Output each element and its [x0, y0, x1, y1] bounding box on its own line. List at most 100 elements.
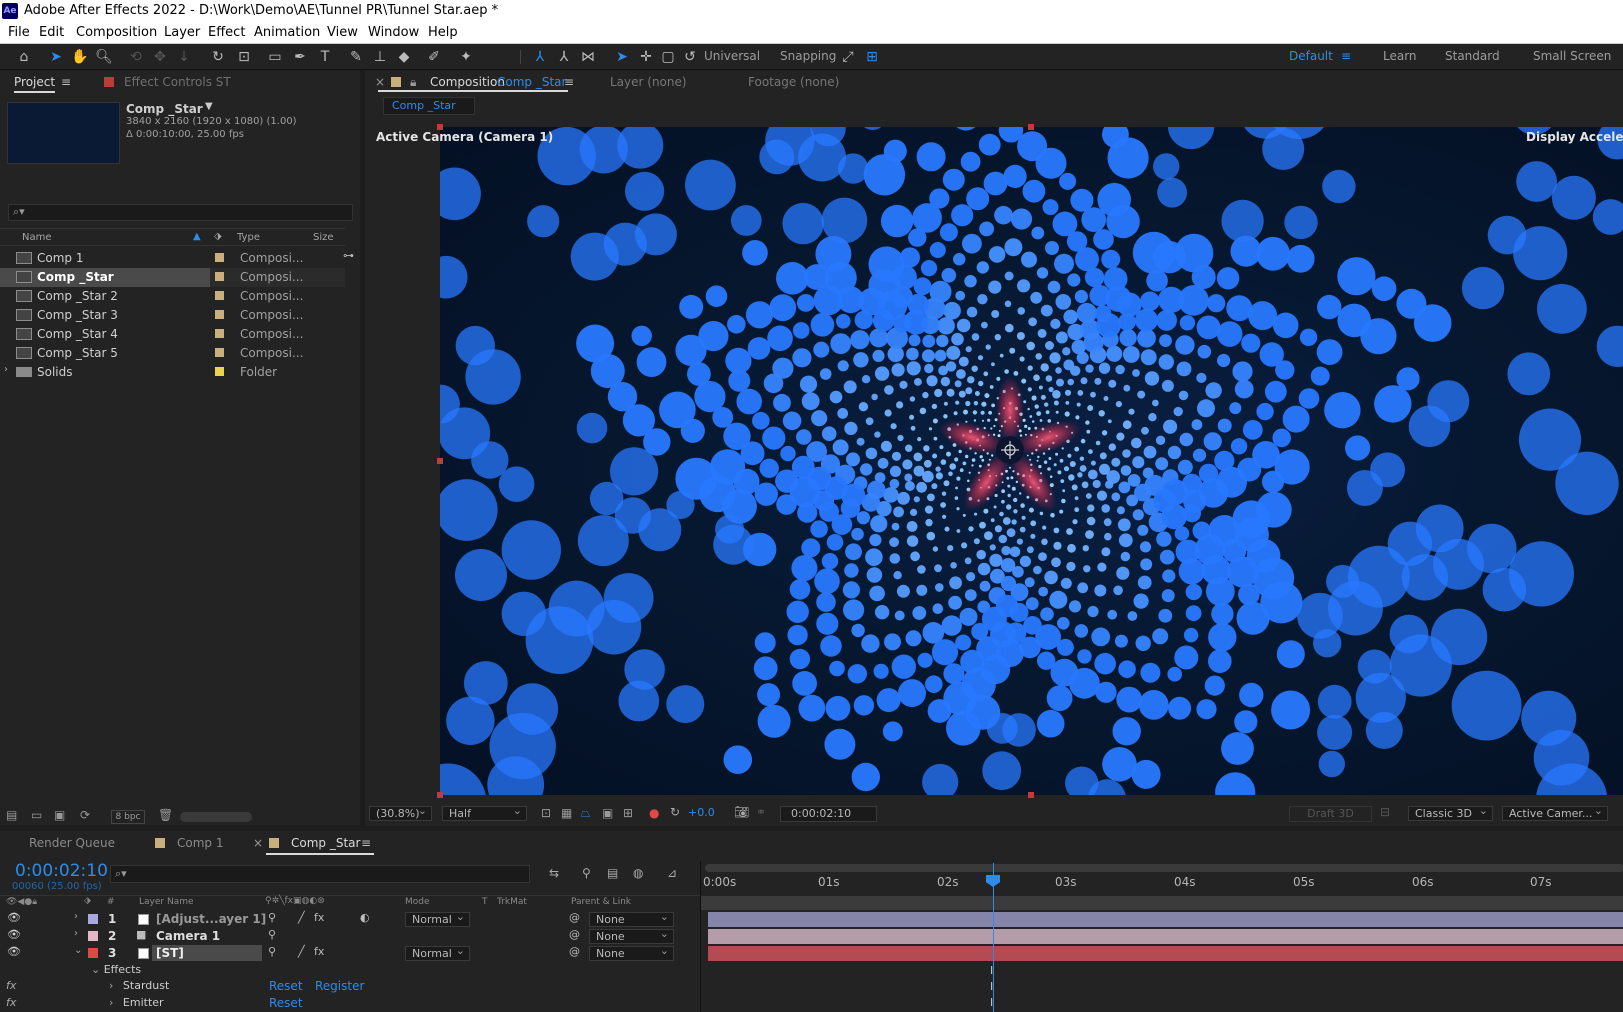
- frame-handle[interactable]: [437, 792, 443, 798]
- layer-bar-adjustment[interactable]: [708, 912, 1623, 927]
- workspace-menu-icon[interactable]: ≡: [1341, 49, 1351, 63]
- show-snapshot-icon[interactable]: ⚭: [756, 805, 766, 819]
- orbit-tool-icon[interactable]: ⟲: [126, 47, 146, 67]
- quality-switch-icon[interactable]: ╱: [298, 945, 305, 958]
- menu-help[interactable]: Help: [428, 25, 458, 40]
- flowchart-icon[interactable]: ⊶: [343, 249, 354, 262]
- rotate-tool-icon[interactable]: ↻: [208, 47, 228, 67]
- trash-icon[interactable]: 🗑︎: [158, 808, 173, 822]
- timeline-menu-icon[interactable]: ≡: [361, 836, 371, 850]
- comp-tab-prefix[interactable]: Composition: [430, 75, 505, 89]
- label-column-icon[interactable]: ⬗: [214, 231, 222, 242]
- reset-link[interactable]: Reset: [269, 979, 303, 993]
- frame-handle[interactable]: [437, 458, 443, 464]
- tab-comp-star[interactable]: Comp _Star: [291, 836, 360, 850]
- comp-tab-name[interactable]: Comp _Star: [497, 75, 566, 89]
- pick-whip-icon[interactable]: @: [569, 911, 580, 924]
- footage-tab[interactable]: Footage (none): [748, 75, 839, 89]
- sort-ascending-icon[interactable]: ▲: [193, 231, 201, 242]
- viewer-timecode[interactable]: 0:00:02:10: [780, 806, 877, 822]
- project-menu-icon[interactable]: ≡: [61, 75, 71, 89]
- layer-name[interactable]: [Adjust...ayer 1]: [156, 912, 266, 926]
- pan-tool-icon[interactable]: ✥: [150, 47, 170, 67]
- pick-whip-icon[interactable]: @: [569, 945, 580, 958]
- effect-row[interactable]: › Stardust: [109, 979, 169, 992]
- exposure-value[interactable]: +0.0: [688, 806, 715, 819]
- type-tool-icon[interactable]: T: [315, 47, 335, 67]
- layer-row[interactable]: 👁︎ › 2 ■ Camera 1 ⚲ @ None: [0, 927, 700, 945]
- expand-arrow-icon[interactable]: ›: [109, 979, 117, 992]
- zoom-tool-icon[interactable]: 🔍︎: [94, 47, 114, 67]
- fx-switch-icon[interactable]: fx: [314, 911, 324, 924]
- current-time-display[interactable]: 0:00:02:10: [15, 861, 108, 881]
- puppet-tool-icon[interactable]: ✦: [456, 47, 476, 67]
- pick-whip-icon[interactable]: @: [569, 928, 580, 941]
- reset-exposure-icon[interactable]: ↻: [670, 805, 680, 819]
- work-area-range[interactable]: [701, 896, 1623, 910]
- tab-render-queue[interactable]: Render Queue: [29, 836, 115, 850]
- frame-handle[interactable]: [1028, 792, 1034, 798]
- layer-name[interactable]: [ST]: [156, 946, 184, 960]
- clone-stamp-tool-icon[interactable]: ⊥: [370, 47, 390, 67]
- expand-arrow-icon[interactable]: ›: [74, 928, 78, 939]
- menu-file[interactable]: File: [8, 25, 30, 40]
- transparency-grid-icon[interactable]: ▦: [561, 806, 572, 820]
- layer-name[interactable]: Camera 1: [156, 929, 220, 943]
- home-icon[interactable]: ⌂: [14, 47, 34, 67]
- shy-switch-icon[interactable]: ⚲: [268, 928, 276, 941]
- close-tab-icon[interactable]: ×: [375, 75, 385, 89]
- comp-breadcrumb[interactable]: Comp _Star: [383, 97, 475, 115]
- menu-effect[interactable]: Effect: [208, 25, 245, 40]
- channels-icon[interactable]: ⊞: [623, 806, 633, 820]
- collapse-arrow-icon[interactable]: ⌄: [74, 945, 82, 956]
- resolution-dropdown[interactable]: Half: [442, 804, 527, 821]
- universal-select-icon[interactable]: ➤: [612, 47, 632, 67]
- selection-tool-icon[interactable]: ➤: [46, 47, 66, 67]
- project-item[interactable]: Comp _Star 3 Composi...: [0, 306, 345, 325]
- comp-name-dropdown-icon[interactable]: ▼: [205, 101, 213, 112]
- project-item[interactable]: › Solids Folder: [0, 363, 345, 382]
- motion-blur-icon[interactable]: ◍: [633, 866, 643, 880]
- effects-group[interactable]: ⌄ Effects: [91, 963, 141, 976]
- layer-label-swatch[interactable]: [88, 931, 98, 941]
- fx-switch-icon[interactable]: fx: [314, 945, 324, 958]
- project-tab[interactable]: Project: [14, 75, 56, 93]
- pen-tool-icon[interactable]: ✒: [290, 47, 310, 67]
- thumbnail-scroll[interactable]: [180, 812, 252, 822]
- project-settings-icon[interactable]: ⟳: [80, 808, 90, 822]
- new-folder-icon[interactable]: ▭: [31, 808, 42, 822]
- grid-guides-icon[interactable]: ▣: [602, 806, 613, 820]
- menu-window[interactable]: Window: [368, 25, 419, 40]
- world-axis-icon[interactable]: ⅄: [554, 47, 574, 67]
- shy-layers-icon[interactable]: ⚲: [582, 866, 591, 880]
- frame-blending-icon[interactable]: ▤: [607, 866, 618, 880]
- shy-switch-icon[interactable]: ⚲: [268, 945, 276, 958]
- menu-view[interactable]: View: [327, 25, 358, 40]
- expand-arrow-icon[interactable]: ›: [4, 364, 8, 375]
- expand-arrow-icon[interactable]: ›: [74, 911, 78, 922]
- frame-handle[interactable]: [437, 124, 443, 130]
- dolly-tool-icon[interactable]: ↓: [174, 47, 194, 67]
- effect-controls-tab[interactable]: Effect Controls ST: [124, 75, 231, 89]
- mask-visibility-icon[interactable]: ⏢: [581, 806, 591, 821]
- workspace-default[interactable]: Default: [1289, 49, 1333, 63]
- project-item[interactable]: Comp _Star 4 Composi...: [0, 325, 345, 344]
- project-item[interactable]: Comp _Star 2 Composi...: [0, 287, 345, 306]
- universal-move-icon[interactable]: ✛: [636, 47, 656, 67]
- eraser-tool-icon[interactable]: ◆: [394, 47, 414, 67]
- parent-dropdown[interactable]: None: [589, 910, 674, 927]
- layer-name-col[interactable]: Layer Name: [139, 897, 194, 907]
- universal-scale-icon[interactable]: ▢: [658, 47, 678, 67]
- menu-composition[interactable]: Composition: [76, 25, 157, 40]
- region-of-interest-icon[interactable]: ⊡: [541, 806, 551, 820]
- roto-brush-tool-icon[interactable]: ✐: [424, 47, 444, 67]
- workspace-small-screen[interactable]: Small Screen: [1533, 49, 1611, 63]
- quality-switch-icon[interactable]: ╱: [298, 911, 305, 924]
- frame-handle[interactable]: [1028, 124, 1034, 130]
- renderer-dropdown[interactable]: Classic 3D: [1408, 804, 1493, 821]
- blend-mode-dropdown[interactable]: Normal: [405, 910, 470, 927]
- lock-icon[interactable]: 🔒︎: [410, 75, 416, 90]
- register-link[interactable]: Register: [315, 979, 364, 993]
- blend-mode-dropdown[interactable]: Normal: [405, 944, 470, 961]
- bit-depth-button[interactable]: 8 bpc: [111, 810, 145, 824]
